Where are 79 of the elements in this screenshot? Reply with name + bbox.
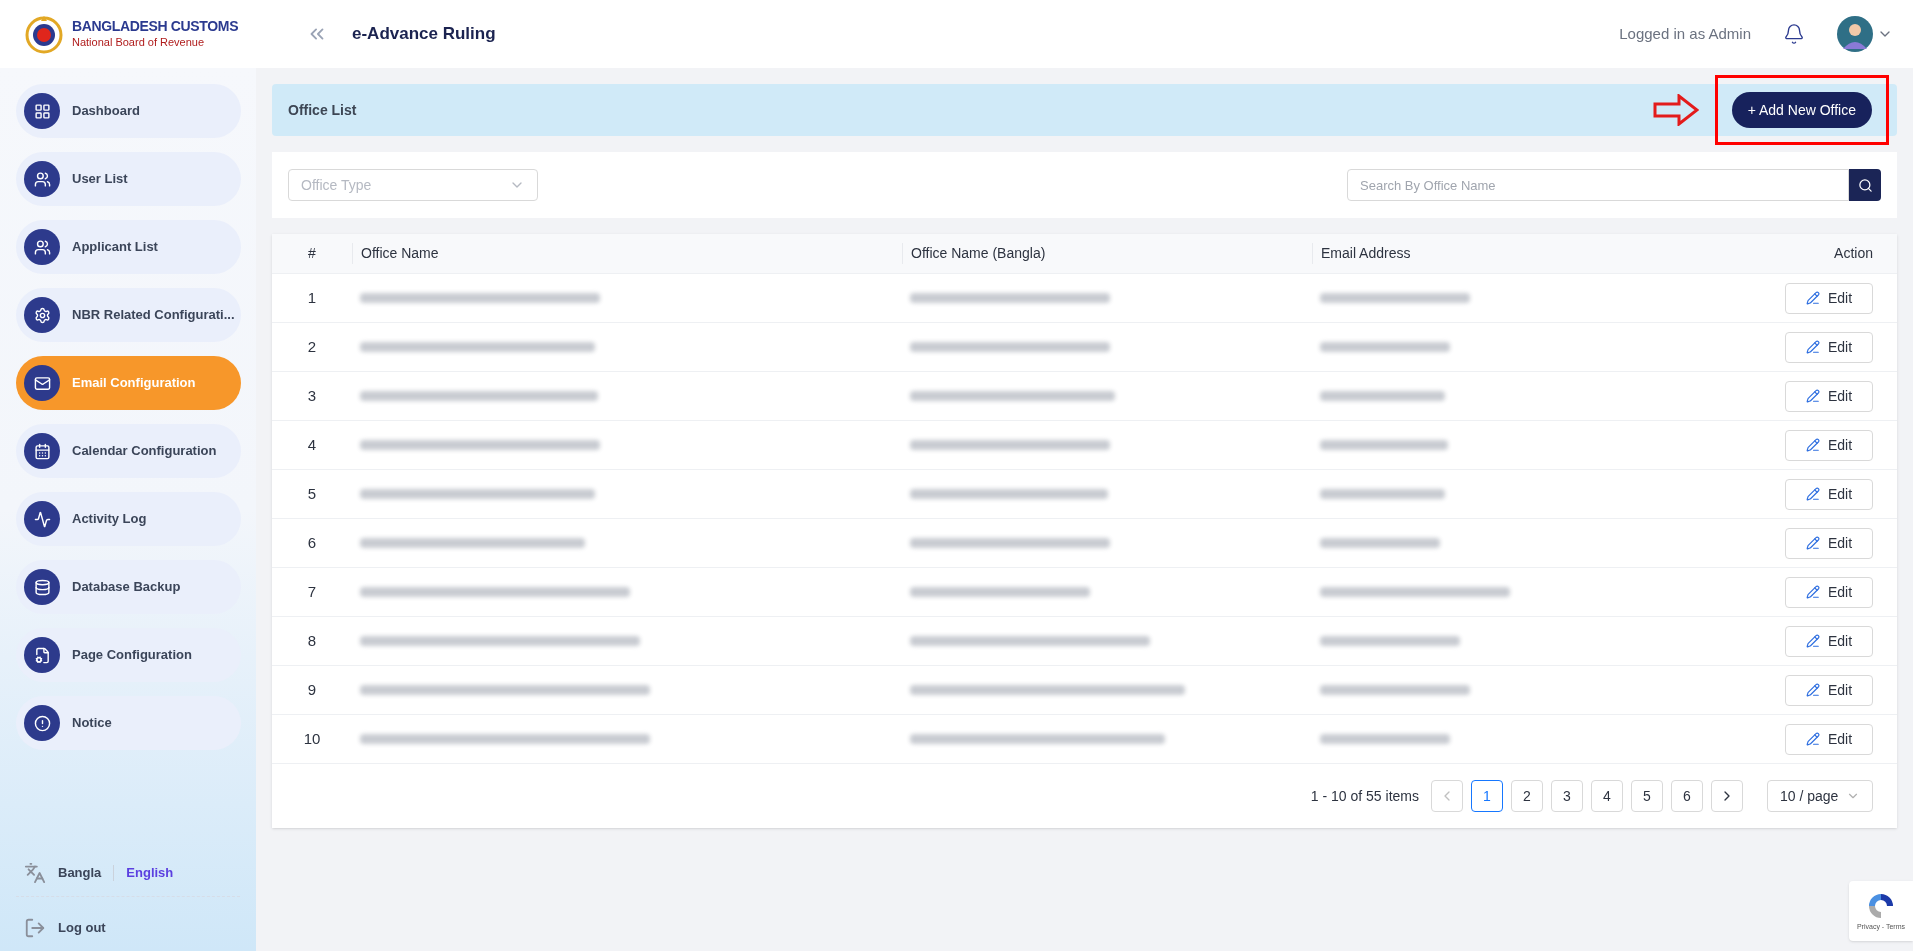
app-title: e-Advance Ruling	[352, 23, 496, 46]
row-number: 2	[307, 336, 317, 357]
logout-button[interactable]: Log out	[16, 897, 240, 939]
pencil-icon	[1805, 585, 1820, 599]
row-number: 1	[307, 287, 317, 308]
search-field[interactable]: Search By Office Name	[1347, 169, 1849, 201]
add-office-button[interactable]: + Add New Office	[1731, 92, 1872, 128]
row-number: 4	[307, 434, 317, 455]
column-header: Office Name (Bangla)	[902, 243, 1312, 264]
database-icon	[24, 569, 60, 605]
alert-icon	[24, 705, 60, 741]
pencil-icon	[1805, 683, 1820, 697]
envelope-icon	[24, 365, 60, 401]
pencil-icon	[1805, 438, 1820, 452]
page-button[interactable]: 6	[1671, 780, 1703, 812]
edit-button[interactable]: Edit	[1785, 674, 1873, 706]
edit-button[interactable]: Edit	[1785, 723, 1873, 755]
sidebar-item[interactable]: Notice	[16, 696, 241, 750]
edit-button[interactable]: Edit	[1785, 429, 1873, 461]
column-header: Email Address	[1312, 243, 1652, 264]
page-button[interactable]: 3	[1551, 780, 1583, 812]
grid-icon	[24, 93, 60, 129]
search-button[interactable]	[1849, 169, 1881, 201]
pencil-icon	[1805, 389, 1820, 403]
file-gear-icon	[24, 637, 60, 673]
row-number: 10	[303, 728, 321, 749]
pencil-icon	[1805, 634, 1820, 648]
row-number: 6	[307, 532, 317, 553]
column-header: #	[308, 244, 316, 263]
page-button[interactable]: 2	[1511, 780, 1543, 812]
translate-icon	[24, 862, 46, 884]
sidebar-item[interactable]: Applicant List	[16, 220, 241, 274]
sidebar-item[interactable]: Calendar Configuration	[16, 424, 241, 478]
language-option[interactable]: English	[126, 863, 174, 883]
edit-button[interactable]: Edit	[1785, 527, 1873, 559]
pencil-icon	[1805, 536, 1820, 550]
edit-button[interactable]: Edit	[1785, 576, 1873, 608]
language-option[interactable]: Bangla	[58, 863, 102, 883]
brand-subtitle: National Board of Revenue	[72, 35, 206, 50]
sidebar-item[interactable]: Dashboard	[16, 84, 241, 138]
pencil-icon	[1805, 487, 1820, 501]
row-number: 3	[307, 385, 317, 406]
gear-icon	[24, 297, 60, 333]
logout-icon	[24, 917, 46, 939]
page-button[interactable]: 4	[1591, 780, 1623, 812]
page-button[interactable]: 1	[1471, 780, 1503, 812]
edit-button[interactable]: Edit	[1785, 331, 1873, 363]
column-header: Action	[1834, 244, 1874, 263]
row-number: 7	[307, 581, 317, 602]
annotation-arrow-icon	[1652, 94, 1699, 126]
edit-button[interactable]: Edit	[1785, 625, 1873, 657]
pencil-icon	[1805, 340, 1820, 354]
notification-bell-icon[interactable]	[1783, 23, 1805, 45]
emblem-logo-icon	[24, 14, 64, 54]
row-number: 8	[307, 630, 317, 651]
calendar-icon	[24, 433, 60, 469]
pencil-icon	[1805, 732, 1820, 746]
edit-button[interactable]: Edit	[1785, 282, 1873, 314]
edit-button[interactable]: Edit	[1785, 478, 1873, 510]
page-button[interactable]: 5	[1631, 780, 1663, 812]
search-icon	[1857, 177, 1873, 193]
pulse-icon	[24, 501, 60, 537]
users-icon	[24, 161, 60, 197]
pagination-summary: 1 - 10 of 55 items	[1310, 786, 1419, 806]
sidebar-item[interactable]: NBR Related Configurati...	[16, 288, 241, 342]
sidebar-item[interactable]: Database Backup	[16, 560, 241, 614]
page-title: Office List	[288, 100, 357, 120]
column-header: Office Name	[352, 243, 902, 264]
row-number: 9	[307, 679, 317, 700]
user-label: Logged in as Admin	[1619, 23, 1751, 44]
row-number: 5	[307, 483, 317, 504]
brand-title: BANGLADESH CUSTOMS	[72, 18, 239, 36]
pencil-icon	[1805, 291, 1820, 305]
page-size-select[interactable]: 10 / page	[1767, 780, 1873, 812]
sidebar-item[interactable]: Activity Log	[16, 492, 241, 546]
sidebar-item[interactable]: User List	[16, 152, 241, 206]
edit-button[interactable]: Edit	[1785, 380, 1873, 412]
users-icon	[24, 229, 60, 265]
avatar-icon	[1837, 16, 1873, 52]
